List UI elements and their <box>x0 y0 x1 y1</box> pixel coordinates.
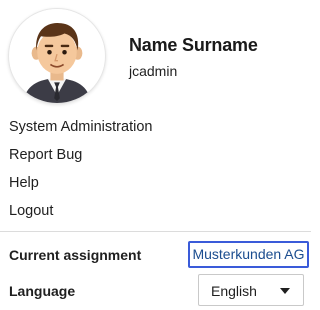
user-menu: System Administration Report Bug Help Lo… <box>9 117 152 229</box>
user-name: Name Surname <box>129 35 258 55</box>
person-avatar-icon <box>10 9 104 103</box>
current-assignment-link[interactable]: Musterkunden AG <box>188 241 309 268</box>
language-select-value: English <box>211 283 257 299</box>
current-assignment-label: Current assignment <box>9 247 142 263</box>
divider <box>0 231 311 232</box>
menu-item-help[interactable]: Help <box>9 173 152 201</box>
language-label: Language <box>9 283 76 299</box>
avatar[interactable] <box>8 8 106 104</box>
user-login: jcadmin <box>129 63 178 79</box>
menu-item-system-administration[interactable]: System Administration <box>9 117 152 145</box>
language-select[interactable]: English <box>198 274 304 306</box>
menu-item-report-bug[interactable]: Report Bug <box>9 145 152 173</box>
caret-down-icon <box>280 288 290 294</box>
menu-item-logout[interactable]: Logout <box>9 201 152 229</box>
